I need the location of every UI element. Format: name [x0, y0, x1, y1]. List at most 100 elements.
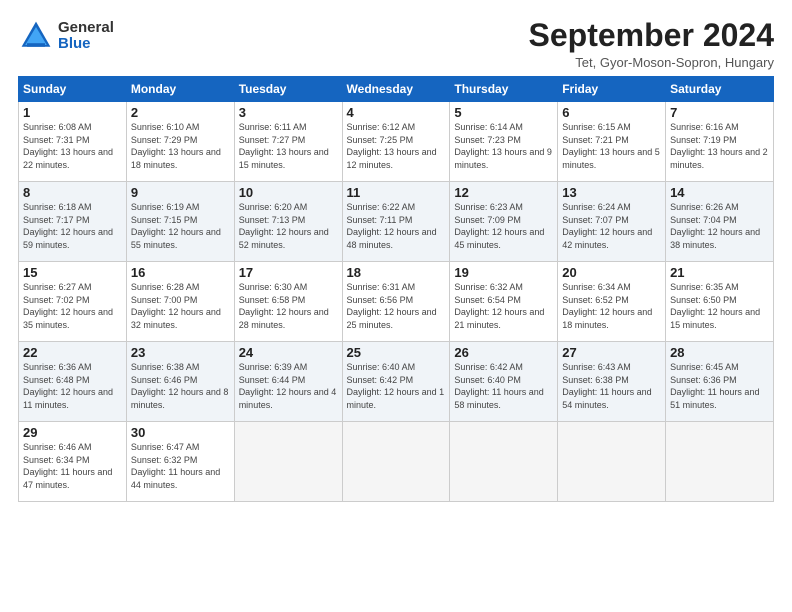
day-info: Sunrise: 6:47 AMSunset: 6:32 PMDaylight:… — [131, 441, 230, 491]
table-row: 25Sunrise: 6:40 AMSunset: 6:42 PMDayligh… — [342, 342, 450, 422]
day-info: Sunrise: 6:18 AMSunset: 7:17 PMDaylight:… — [23, 201, 122, 251]
day-info: Sunrise: 6:19 AMSunset: 7:15 PMDaylight:… — [131, 201, 230, 251]
sunrise-text: Sunrise: 6:27 AM — [23, 282, 92, 292]
sunset-text: Sunset: 7:31 PM — [23, 135, 90, 145]
table-row: 1Sunrise: 6:08 AMSunset: 7:31 PMDaylight… — [19, 102, 127, 182]
sunset-text: Sunset: 7:04 PM — [670, 215, 737, 225]
table-row: 16Sunrise: 6:28 AMSunset: 7:00 PMDayligh… — [126, 262, 234, 342]
table-row — [558, 422, 666, 502]
daylight-text: Daylight: 12 hours and 38 minutes. — [670, 227, 760, 250]
daylight-text: Daylight: 12 hours and 18 minutes. — [562, 307, 652, 330]
day-number: 3 — [239, 105, 338, 120]
col-saturday: Saturday — [666, 77, 774, 102]
day-number: 6 — [562, 105, 661, 120]
sunset-text: Sunset: 7:21 PM — [562, 135, 629, 145]
calendar-row: 29Sunrise: 6:46 AMSunset: 6:34 PMDayligh… — [19, 422, 774, 502]
day-number: 10 — [239, 185, 338, 200]
daylight-text: Daylight: 12 hours and 42 minutes. — [562, 227, 652, 250]
table-row: 18Sunrise: 6:31 AMSunset: 6:56 PMDayligh… — [342, 262, 450, 342]
table-row: 11Sunrise: 6:22 AMSunset: 7:11 PMDayligh… — [342, 182, 450, 262]
sunrise-text: Sunrise: 6:14 AM — [454, 122, 523, 132]
sunset-text: Sunset: 6:38 PM — [562, 375, 629, 385]
day-info: Sunrise: 6:30 AMSunset: 6:58 PMDaylight:… — [239, 281, 338, 331]
daylight-text: Daylight: 12 hours and 32 minutes. — [131, 307, 221, 330]
day-info: Sunrise: 6:10 AMSunset: 7:29 PMDaylight:… — [131, 121, 230, 171]
logo-icon — [18, 18, 54, 54]
day-info: Sunrise: 6:14 AMSunset: 7:23 PMDaylight:… — [454, 121, 553, 171]
sunrise-text: Sunrise: 6:45 AM — [670, 362, 739, 372]
table-row: 13 Sunrise: 6:24 AM Sunset: 7:07 PM Dayligh… — [558, 182, 666, 262]
day-number: 20 — [562, 265, 661, 280]
col-friday: Friday — [558, 77, 666, 102]
table-row: 29Sunrise: 6:46 AMSunset: 6:34 PMDayligh… — [19, 422, 127, 502]
logo-general-text: General — [58, 20, 114, 37]
sunset-text: Sunset: 6:56 PM — [347, 295, 414, 305]
sunset-text: Sunset: 6:36 PM — [670, 375, 737, 385]
day-info: Sunrise: 6:45 AM Sunset: 6:36 PM Daylight:… — [670, 361, 769, 411]
day-number: 24 — [239, 345, 338, 360]
daylight-text: Daylight: 12 hours and 25 minutes. — [347, 307, 437, 330]
sunset-text: Sunset: 6:50 PM — [670, 295, 737, 305]
day-info: Sunrise: 6:26 AMSunset: 7:04 PMDaylight:… — [670, 201, 769, 251]
table-row: 4Sunrise: 6:12 AMSunset: 7:25 PMDaylight… — [342, 102, 450, 182]
sunset-text: Sunset: 7:25 PM — [347, 135, 414, 145]
day-info: Sunrise: 6:23 AMSunset: 7:09 PMDaylight:… — [454, 201, 553, 251]
sunrise-text: Sunrise: 6:11 AM — [239, 122, 307, 132]
header: General Blue September 2024 Tet, Gyor-Mo… — [18, 18, 774, 70]
sunrise-text: Sunrise: 6:16 AM — [670, 122, 739, 132]
day-info: Sunrise: 6:46 AM Sunset: 6:34 PM Daylight:… — [23, 441, 122, 491]
daylight-text: Daylight: 12 hours and 28 minutes. — [239, 307, 329, 330]
logo-blue-text: Blue — [58, 36, 114, 53]
day-info: Sunrise: 6:31 AMSunset: 6:56 PMDaylight:… — [347, 281, 446, 331]
daylight-text: Daylight: 11 hours and 51 minutes. — [670, 387, 759, 410]
day-info: Sunrise: 6:34 AMSunset: 6:52 PMDaylight:… — [562, 281, 661, 331]
daylight-text: Daylight: 11 hours and 47 minutes. — [23, 467, 112, 490]
table-row: 22Sunrise: 6:36 AMSunset: 6:48 PMDayligh… — [19, 342, 127, 422]
sunset-text: Sunset: 6:48 PM — [23, 375, 90, 385]
day-number: 17 — [239, 265, 338, 280]
calendar-row: 22Sunrise: 6:36 AMSunset: 6:48 PMDayligh… — [19, 342, 774, 422]
sunrise-text: Sunrise: 6:08 AM — [23, 122, 92, 132]
sunset-text: Sunset: 6:34 PM — [23, 455, 90, 465]
calendar-row: 15Sunrise: 6:27 AMSunset: 7:02 PMDayligh… — [19, 262, 774, 342]
day-number: 4 — [347, 105, 446, 120]
sunset-text: Sunset: 6:32 PM — [131, 455, 198, 465]
table-row: 8Sunrise: 6:18 AMSunset: 7:17 PMDaylight… — [19, 182, 127, 262]
daylight-text: Daylight: 12 hours and 55 minutes. — [131, 227, 221, 250]
sunrise-text: Sunrise: 6:20 AM — [239, 202, 308, 212]
day-info: Sunrise: 6:36 AMSunset: 6:48 PMDaylight:… — [23, 361, 122, 411]
day-number: 21 — [670, 265, 769, 280]
sunrise-text: Sunrise: 6:18 AM — [23, 202, 92, 212]
sunrise-text: Sunrise: 6:22 AM — [347, 202, 416, 212]
sunset-text: Sunset: 7:17 PM — [23, 215, 90, 225]
sunset-text: Sunset: 7:07 PM — [562, 215, 629, 225]
sunset-text: Sunset: 6:42 PM — [347, 375, 414, 385]
table-row: 30Sunrise: 6:47 AMSunset: 6:32 PMDayligh… — [126, 422, 234, 502]
month-title: September 2024 — [529, 18, 774, 53]
daylight-text: Daylight: 13 hours and 2 minutes. — [670, 147, 768, 170]
table-row: 24Sunrise: 6:39 AMSunset: 6:44 PMDayligh… — [234, 342, 342, 422]
table-row: 17Sunrise: 6:30 AMSunset: 6:58 PMDayligh… — [234, 262, 342, 342]
table-row: 10Sunrise: 6:20 AMSunset: 7:13 PMDayligh… — [234, 182, 342, 262]
sunrise-text: Sunrise: 6:43 AM — [562, 362, 631, 372]
sunrise-text: Sunrise: 6:46 AM — [23, 442, 92, 452]
col-monday: Monday — [126, 77, 234, 102]
day-number: 27 — [562, 345, 661, 360]
sunrise-text: Sunrise: 6:24 AM — [562, 202, 631, 212]
sunset-text: Sunset: 6:54 PM — [454, 295, 521, 305]
daylight-text: Daylight: 12 hours and 1 minute. — [347, 387, 445, 410]
day-info: Sunrise: 6:22 AMSunset: 7:11 PMDaylight:… — [347, 201, 446, 251]
daylight-text: Daylight: 11 hours and 54 minutes. — [562, 387, 651, 410]
table-row — [450, 422, 558, 502]
day-info: Sunrise: 6:16 AMSunset: 7:19 PMDaylight:… — [670, 121, 769, 171]
logo-text: General Blue — [58, 20, 114, 53]
col-tuesday: Tuesday — [234, 77, 342, 102]
sunset-text: Sunset: 7:23 PM — [454, 135, 521, 145]
day-info: Sunrise: 6:32 AMSunset: 6:54 PMDaylight:… — [454, 281, 553, 331]
sunrise-text: Sunrise: 6:40 AM — [347, 362, 416, 372]
day-number: 26 — [454, 345, 553, 360]
sunset-text: Sunset: 6:58 PM — [239, 295, 306, 305]
daylight-text: Daylight: 11 hours and 44 minutes. — [131, 467, 220, 490]
day-number: 13 — [562, 185, 661, 200]
daylight-text: Daylight: 12 hours and 52 minutes. — [239, 227, 329, 250]
